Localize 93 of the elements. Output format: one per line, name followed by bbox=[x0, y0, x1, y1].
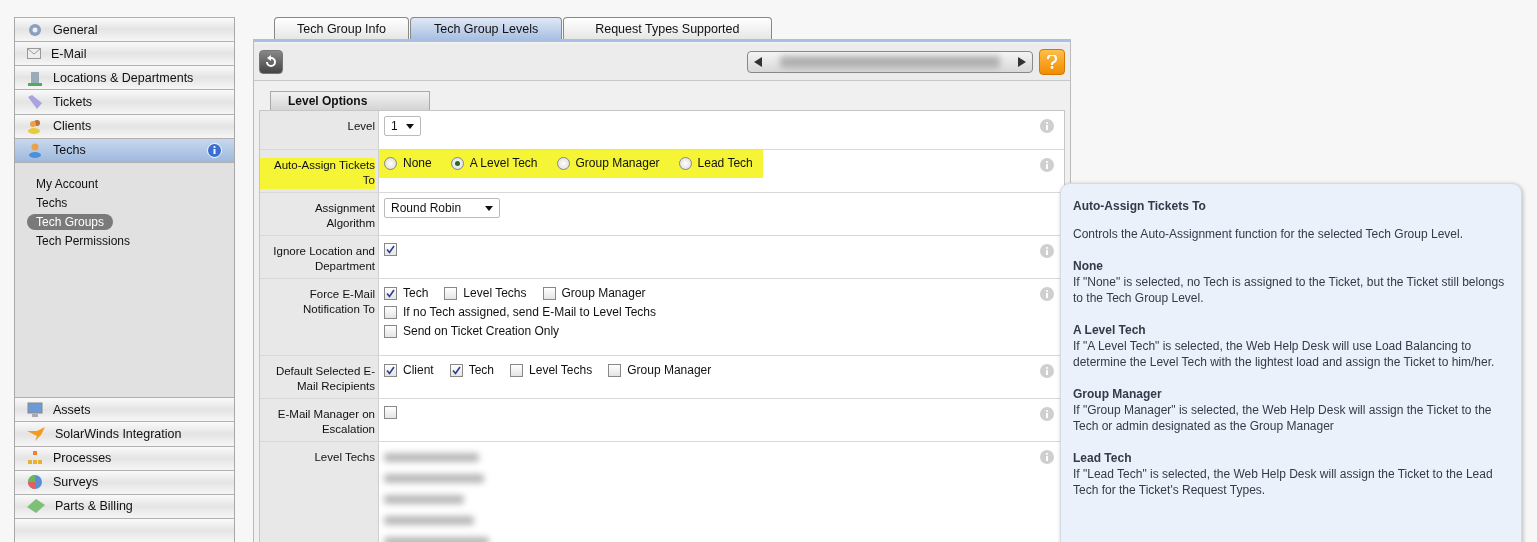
field-label: Assignment Algorithm bbox=[313, 201, 375, 231]
field-label: Auto-Assign Tickets To bbox=[260, 158, 375, 189]
sidebar-item[interactable] bbox=[15, 517, 234, 542]
sidebar-item[interactable]: Techs bbox=[15, 137, 234, 162]
radio-button[interactable] bbox=[678, 156, 692, 170]
radio-option[interactable]: A Level Tech bbox=[450, 156, 538, 170]
sidebar-item[interactable]: Parts & Billing bbox=[15, 493, 234, 518]
radio-button[interactable] bbox=[384, 156, 397, 170]
sidebar-item[interactable]: E-Mail bbox=[15, 41, 234, 66]
radio-label: Group Manager bbox=[575, 156, 660, 170]
radio-label: None bbox=[403, 156, 432, 170]
checkbox[interactable] bbox=[444, 286, 458, 300]
tooltip-heading: None bbox=[1073, 258, 1104, 274]
sidebar-item[interactable]: Tickets bbox=[15, 89, 234, 114]
submenu-item[interactable]: Tech Permissions bbox=[27, 232, 140, 249]
field-label: Ignore Location and Department bbox=[272, 244, 375, 274]
radio-option[interactable]: Lead Tech bbox=[678, 156, 753, 170]
submenu-item[interactable]: Tech Groups bbox=[27, 213, 114, 230]
people-icon bbox=[27, 118, 43, 135]
tooltip-title: Auto-Assign Tickets To bbox=[1073, 198, 1207, 214]
sidebar-item[interactable]: Processes bbox=[15, 445, 234, 470]
checkbox[interactable] bbox=[542, 286, 556, 300]
tab[interactable]: Tech Group Info bbox=[274, 17, 409, 39]
tooltip-text: Controls the Auto-Assignment function for the selected Tech Group Level. bbox=[1073, 226, 1464, 242]
monitor-icon bbox=[27, 401, 43, 418]
tooltip-text: If "Lead Tech" is selected, the Web Help Desk will assign the Ticket to the Lead Tech for the Ticket's Request Types. bbox=[1073, 466, 1494, 498]
checkbox-label: Level Techs bbox=[463, 286, 527, 300]
sidebar-item[interactable]: General bbox=[15, 17, 234, 42]
left-arrow-icon[interactable] bbox=[754, 57, 762, 67]
question-icon bbox=[1047, 55, 1057, 69]
checkbox-label: Send on Ticket Creation Only bbox=[403, 324, 560, 338]
person-icon bbox=[27, 142, 43, 159]
checkbox-label: Client bbox=[403, 363, 434, 377]
back-button[interactable] bbox=[259, 50, 283, 74]
checkbox-label: Tech bbox=[403, 286, 429, 300]
check-icon bbox=[451, 365, 461, 375]
hierarchy-icon bbox=[27, 450, 43, 467]
checkbox-label: Tech bbox=[468, 363, 495, 377]
info-icon[interactable] bbox=[207, 142, 222, 158]
radio-label: Lead Tech bbox=[697, 156, 753, 170]
checkbox[interactable] bbox=[384, 324, 397, 338]
sidebar-item[interactable]: Surveys bbox=[15, 469, 234, 494]
radio-button[interactable] bbox=[556, 156, 570, 170]
check-icon bbox=[386, 365, 395, 375]
checkbox[interactable] bbox=[510, 363, 524, 377]
checkbox-label: Group Manager bbox=[627, 363, 712, 377]
sidebar-item[interactable]: SolarWinds Integration bbox=[15, 421, 234, 446]
caret-icon bbox=[405, 123, 414, 129]
tab[interactable]: Tech Group Levels bbox=[409, 17, 563, 39]
sidebar-item[interactable]: Assets bbox=[15, 397, 234, 422]
radio-button[interactable] bbox=[450, 156, 464, 170]
help-button[interactable] bbox=[1039, 49, 1065, 75]
sidebar-item[interactable]: Clients bbox=[15, 113, 234, 138]
checkbox[interactable] bbox=[384, 286, 397, 300]
field-label: Level bbox=[346, 119, 375, 134]
tooltip-text: If "A Level Tech" is selected, the Web Help Desk will use Load Balancing to determine the Level Tech with the lightest load and assign the Ticket to him/her. bbox=[1073, 338, 1496, 370]
radio-option[interactable]: Group Manager bbox=[556, 156, 660, 170]
checkbox-label: If no Tech assigned, send E-Mail to Level Techs bbox=[403, 305, 657, 319]
checkbox-label: Level Techs bbox=[529, 363, 593, 377]
caret-icon bbox=[485, 205, 493, 211]
checkbox[interactable] bbox=[384, 406, 397, 419]
back-arrow-icon bbox=[264, 55, 278, 69]
checkbox[interactable] bbox=[384, 363, 397, 377]
check-icon bbox=[386, 288, 395, 298]
envelope-icon bbox=[27, 48, 41, 60]
field-label: Force E-Mail Notification To bbox=[301, 287, 375, 317]
dropdown[interactable]: 1 bbox=[384, 116, 421, 136]
tab[interactable]: Request Types Supported bbox=[563, 17, 772, 39]
check-icon bbox=[386, 245, 395, 254]
tag-icon bbox=[27, 93, 43, 110]
tooltip-heading: A Level Tech bbox=[1073, 322, 1147, 338]
field-label: Default Selected E-Mail Recipients bbox=[274, 364, 375, 394]
tooltip-text: If "None" is selected, no Tech is assigned to the Ticket, but the Ticket still belongs to the Tech Group Level. bbox=[1073, 274, 1506, 306]
field-label: E-Mail Manager on Escalation bbox=[276, 407, 375, 437]
submenu-item[interactable]: My Account bbox=[27, 175, 108, 192]
right-arrow-icon[interactable] bbox=[1018, 57, 1026, 67]
checkbox-label: Group Manager bbox=[561, 286, 646, 300]
tooltip-text: If "Group Manager" is selected, the Web Help Desk will assign the Ticket to the Tech or admin designated as the Group Manager bbox=[1073, 402, 1493, 434]
radio-option[interactable]: None bbox=[384, 156, 432, 170]
checkbox[interactable] bbox=[449, 363, 463, 377]
radio-label: A Level Tech bbox=[469, 156, 538, 170]
checkbox[interactable] bbox=[384, 243, 397, 256]
building-icon bbox=[27, 69, 43, 86]
checkbox[interactable] bbox=[608, 363, 622, 377]
sidebar-item[interactable]: Locations & Departments bbox=[15, 65, 234, 90]
tooltip-heading: Lead Tech bbox=[1073, 450, 1133, 466]
pie-chart-icon bbox=[27, 474, 43, 491]
submenu-item[interactable]: Techs bbox=[27, 194, 77, 211]
field-label: Level Techs bbox=[313, 450, 375, 465]
tooltip-heading: Group Manager bbox=[1073, 386, 1163, 402]
gear-icon bbox=[27, 21, 43, 38]
checkbox[interactable] bbox=[384, 305, 397, 319]
dropdown[interactable]: Round Robin bbox=[384, 198, 500, 218]
